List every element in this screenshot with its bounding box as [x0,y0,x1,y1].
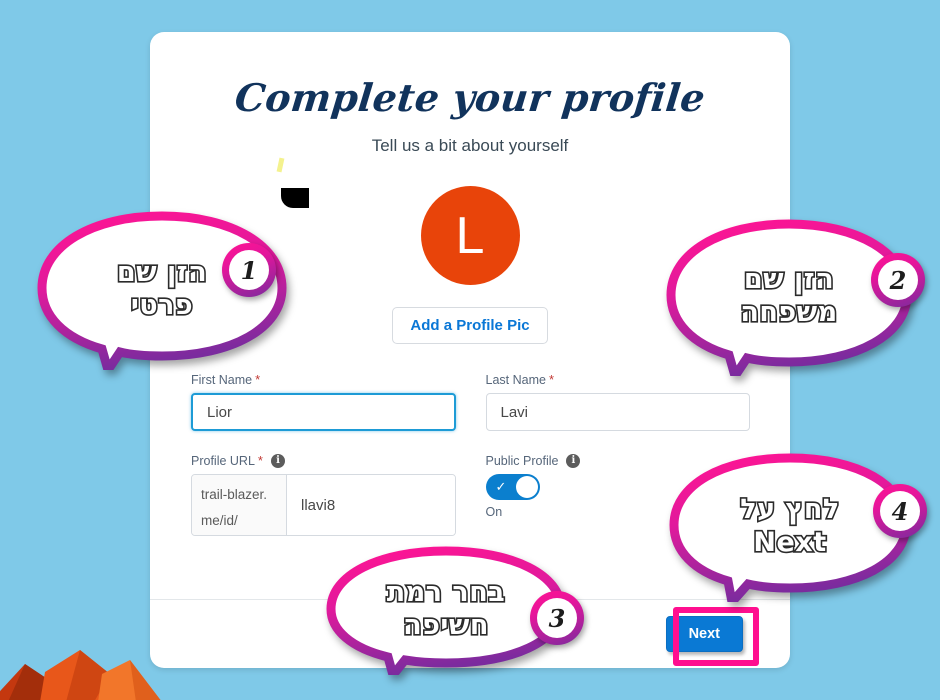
first-name-label: First Name * [191,372,456,388]
profile-url-label-text: Profile URL [191,454,255,468]
url-row: Profile URL * i trail-blazer.me/id/ llav… [191,453,750,536]
profile-url-prefix: trail-blazer.me/id/ [192,475,287,535]
info-icon[interactable]: i [566,454,581,468]
name-row: First Name * Last Name * [191,372,750,431]
page-title: Complete your profile [232,75,708,120]
callout-badge-1: 1 [222,243,276,297]
callout-badge-2-number: 2 [878,260,918,300]
first-name-field: First Name * [191,372,456,431]
last-name-field: Last Name * [485,372,750,431]
public-profile-label-text: Public Profile [485,454,559,468]
callout-badge-4-number: 4 [880,491,920,531]
required-marker: * [255,372,261,387]
required-marker: * [548,372,555,387]
callout-badge-1-number: 1 [229,250,269,290]
last-name-input[interactable] [485,393,750,431]
callout-badge-4: 4 [873,484,927,538]
check-icon: ✓ [495,479,507,494]
public-profile-toggle[interactable]: ✓ [485,474,540,500]
last-name-label-text: Last Name [485,373,546,387]
profile-url-field: Profile URL * i trail-blazer.me/id/ llav… [191,453,456,536]
page-background: Complete your profile Tell us a bit abou… [0,0,940,700]
profile-url-input-group[interactable]: trail-blazer.me/id/ llavi8 [191,474,456,536]
callout-badge-2: 2 [871,253,925,307]
callout-bubble-2: הזן שם משפחה [665,218,913,376]
first-name-label-text: First Name [191,373,253,387]
profile-url-input[interactable]: llavi8 [287,475,455,535]
callout-bubble-4: לחץ על Next [668,452,912,602]
avatar: L [420,186,520,285]
cursor-artifact [281,188,309,208]
add-profile-pic-button[interactable]: Add a Profile Pic [392,307,548,344]
profile-url-label: Profile URL * i [191,453,456,469]
profile-form: First Name * Last Name * Profile U [191,372,750,536]
next-button[interactable]: Next [665,616,743,652]
toggle-knob [515,476,538,498]
callout-badge-3-number: 3 [537,598,577,638]
first-name-input[interactable] [191,393,456,431]
callout-badge-3: 3 [530,591,584,645]
required-marker: * [257,453,263,468]
info-icon[interactable]: i [270,454,285,468]
page-subtitle: Tell us a bit about yourself [371,136,569,155]
